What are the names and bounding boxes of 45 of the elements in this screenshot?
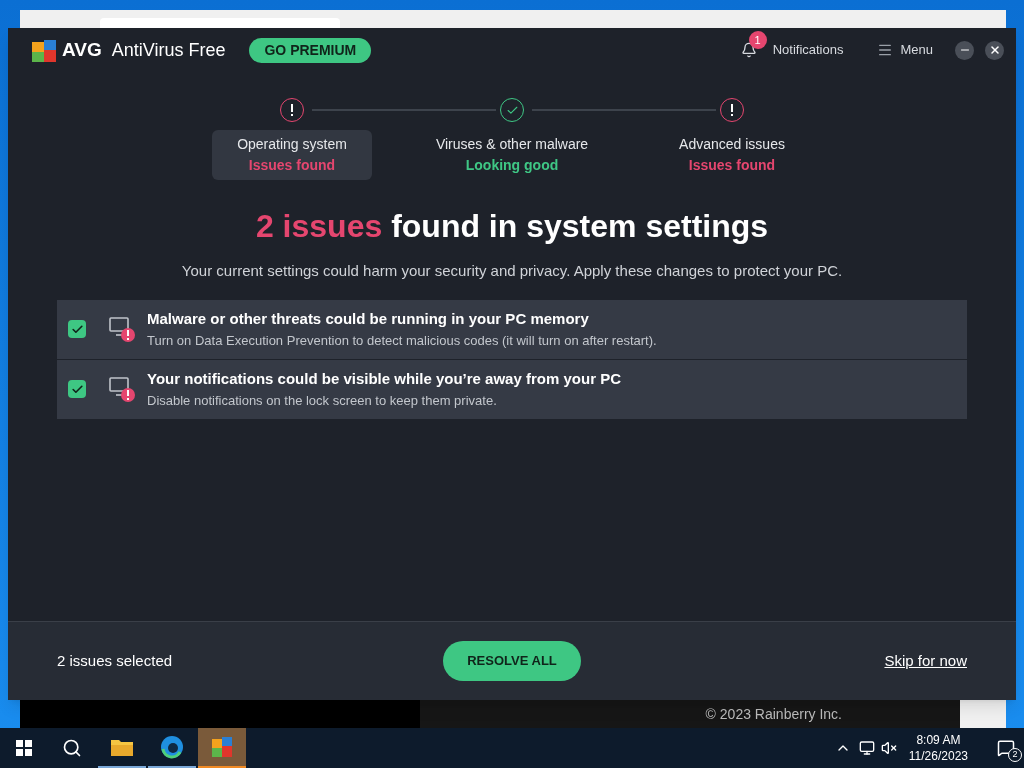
check-icon: [70, 382, 84, 396]
close-icon: [988, 44, 1001, 56]
checkbox[interactable]: [68, 320, 86, 338]
volume-muted-icon: [880, 740, 897, 756]
logo-icon: [210, 735, 234, 759]
notification-count: 2: [1008, 748, 1022, 762]
clock-time: 8:09 AM: [916, 732, 961, 748]
brand-name: AVG: [62, 37, 102, 62]
step-status: Looking good: [465, 156, 559, 175]
notification-badge: 1: [748, 31, 767, 50]
bell-icon[interactable]: [740, 42, 757, 58]
skip-link[interactable]: Skip for now: [884, 649, 967, 673]
issue-description: Disable notifications on the lock screen to keep them private.: [147, 391, 498, 410]
menu-icon: [877, 42, 894, 58]
windows-icon: [16, 740, 32, 756]
message-icon: [997, 739, 1015, 757]
copyright-text: © 2023 Rainberry Inc.: [705, 704, 842, 724]
browser-icon: [160, 735, 184, 759]
step-status: Issues found: [688, 156, 776, 175]
network-icon: [858, 740, 875, 756]
step-tab[interactable]: Viruses & other malware Looking good: [432, 130, 592, 180]
folder-icon: [110, 737, 134, 757]
headline: 2 issues found in system settings: [254, 207, 770, 246]
notifications-button[interactable]: Notifications: [772, 40, 844, 60]
menu-button[interactable]: Menu: [877, 40, 933, 60]
check-icon: [70, 322, 84, 336]
subtitle: Your current settings could harm your security and privacy. Apply these changes to protect your PC.: [180, 261, 844, 281]
step-tab[interactable]: Advanced issues Issues found: [652, 130, 812, 180]
clock-date: 11/26/2023: [908, 748, 968, 764]
step-status: Issues found: [248, 156, 336, 175]
checkbox[interactable]: [68, 380, 86, 398]
monitor-warning-icon: [108, 375, 136, 403]
notification-center-button[interactable]: 2: [988, 728, 1024, 768]
go-premium-button[interactable]: GO PREMIUM: [249, 37, 372, 63]
resolve-all-button[interactable]: RESOLVE ALL: [443, 641, 581, 681]
issue-title: Your notifications could be visible while you’re away from your PC: [147, 369, 621, 389]
monitor-warning-icon: [108, 315, 136, 343]
product-name: AntiVirus Free: [111, 38, 226, 62]
issue-title: Malware or other threats could be running in your PC memory: [147, 309, 590, 329]
minimize-button[interactable]: [955, 40, 974, 60]
search-icon: [62, 738, 82, 758]
selected-count: 2 issues selected: [57, 650, 174, 671]
issue-description: Turn on Data Execution Prevention to detect malicious codes (it will turn on after restart).: [147, 331, 657, 350]
close-button[interactable]: [985, 40, 1004, 60]
step-tab[interactable]: Operating system Issues found: [212, 130, 372, 180]
